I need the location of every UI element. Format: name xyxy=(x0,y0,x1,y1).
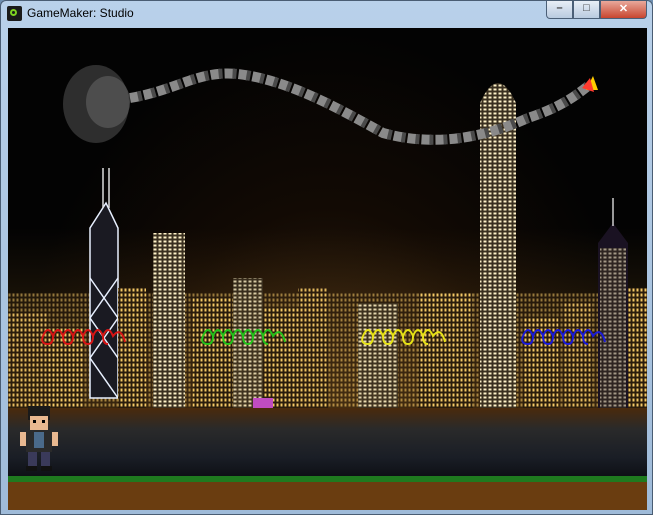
worm-blue xyxy=(521,329,606,346)
title-bar[interactable]: GameMaker: Studio – □ ✕ xyxy=(1,1,652,27)
worm-green xyxy=(201,329,286,346)
game-window: GameMaker: Studio – □ ✕ xyxy=(0,0,653,515)
gamemaker-app-icon xyxy=(7,6,22,21)
minimize-button[interactable]: – xyxy=(546,1,573,19)
maximize-button[interactable]: □ xyxy=(573,1,600,19)
ground-dirt xyxy=(8,482,647,510)
close-icon: ✕ xyxy=(618,3,629,15)
window-title: GameMaker: Studio xyxy=(27,6,134,20)
rope-scene xyxy=(20,65,606,471)
maximize-icon: □ xyxy=(583,2,590,14)
player-character xyxy=(20,406,58,471)
minimize-icon: – xyxy=(556,2,563,14)
game-canvas[interactable] xyxy=(8,28,647,510)
worm-red xyxy=(41,329,126,346)
worm-yellow xyxy=(361,329,446,346)
rope xyxy=(129,68,592,145)
close-button[interactable]: ✕ xyxy=(600,1,647,19)
